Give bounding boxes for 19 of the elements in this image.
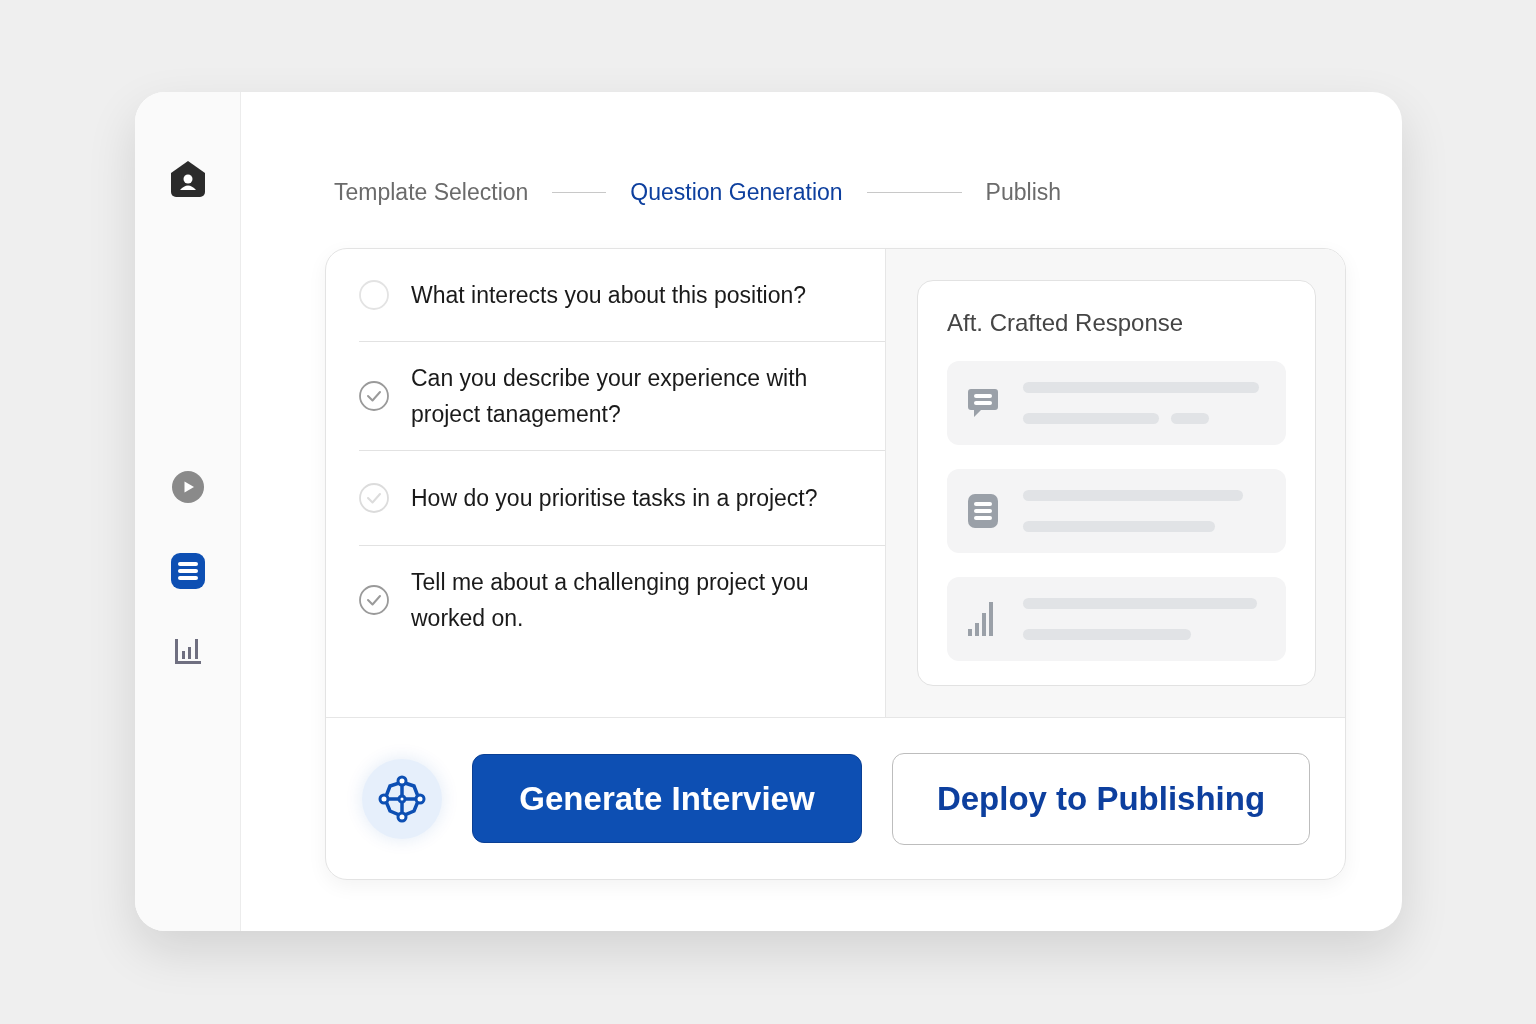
step-tab[interactable]: Question Generation xyxy=(630,178,843,206)
bar-chart-icon[interactable] xyxy=(172,636,203,666)
generate-interview-button[interactable]: Generate Interview xyxy=(472,754,862,843)
document-icon xyxy=(967,493,999,529)
check-circle-icon[interactable] xyxy=(359,585,389,615)
profile-icon[interactable] xyxy=(169,160,206,198)
list-icon[interactable] xyxy=(169,552,206,590)
response-title: Aft. Crafted Response xyxy=(947,309,1185,337)
deploy-button[interactable]: Deploy to Publishing xyxy=(892,752,1310,845)
play-icon[interactable] xyxy=(170,470,205,504)
chat-bubble-icon xyxy=(967,387,999,419)
question-text: How do you prioritise tasks in a project? xyxy=(411,484,818,513)
check-circle-icon[interactable] xyxy=(359,381,389,411)
question-text: Can you describe your experience with project tanagement? xyxy=(411,364,809,429)
question-text: Tell me about a challenging project you worked on. xyxy=(411,568,810,633)
step-tab[interactable]: Template Selection xyxy=(334,178,529,206)
question-text: What interects you about this position? xyxy=(411,281,807,310)
network-icon xyxy=(377,773,427,824)
step-tab[interactable]: Publish xyxy=(985,178,1062,206)
